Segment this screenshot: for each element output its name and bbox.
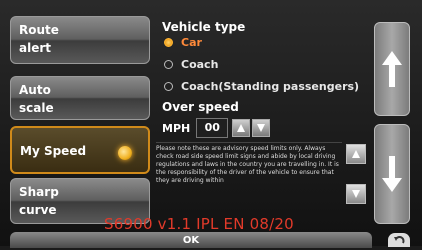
arrow-down-icon — [352, 190, 360, 198]
advisory-note: Please note these are advisory speed lim… — [156, 142, 342, 225]
note-scroll-down-button[interactable] — [346, 184, 366, 204]
vehicle-option-coach-standing[interactable]: Coach(Standing passengers) — [164, 80, 359, 93]
sidebar-item-label: alert — [19, 41, 52, 55]
arrow-up-icon — [382, 51, 402, 87]
note-scroll-up-button[interactable] — [346, 144, 366, 164]
sidebar-item-label: Route — [19, 23, 59, 37]
arrow-down-icon — [257, 124, 266, 132]
vehicle-option-label: Car — [181, 36, 202, 49]
scroll-down-button[interactable] — [374, 124, 410, 224]
active-indicator-icon — [118, 146, 132, 160]
sidebar-item-route-alert[interactable]: Route alert — [10, 16, 150, 64]
scroll-up-button[interactable] — [374, 22, 410, 116]
arrow-up-icon — [237, 124, 246, 132]
version-watermark: S6900 v1.1 IPL EN 08/20 — [104, 215, 294, 233]
vehicle-option-coach[interactable]: Coach — [164, 58, 218, 71]
speed-unit: MPH — [162, 121, 191, 135]
sidebar-item-auto-scale[interactable]: Auto scale — [10, 76, 150, 120]
radio-icon — [164, 60, 173, 69]
sidebar-item-my-speed[interactable]: My Speed — [10, 126, 150, 174]
sidebar-item-label: Sharp — [19, 185, 59, 199]
speed-settings-screen: Route alert Auto scale My Speed Sharp cu… — [0, 0, 422, 248]
back-icon — [394, 236, 405, 244]
arrow-up-icon — [352, 150, 360, 158]
settings-panel: Vehicle type Car Coach Coach(Standing pa… — [156, 16, 366, 222]
arrow-down-icon — [382, 156, 402, 192]
speed-up-button[interactable] — [232, 119, 251, 137]
over-speed-row: MPH 00 — [162, 118, 271, 138]
radio-selected-icon — [164, 38, 173, 47]
over-speed-title: Over speed — [162, 100, 239, 114]
vehicle-option-label: Coach — [181, 58, 219, 71]
vehicle-option-car[interactable]: Car — [164, 36, 202, 49]
vehicle-option-label: Coach(Standing passengers) — [181, 80, 360, 93]
speed-value-field[interactable]: 00 — [196, 118, 229, 138]
sidebar-item-label: Auto — [19, 83, 51, 97]
speed-down-button[interactable] — [252, 119, 271, 137]
vehicle-type-title: Vehicle type — [162, 20, 246, 34]
sidebar-item-label: scale — [19, 101, 54, 115]
back-button[interactable] — [388, 233, 410, 247]
radio-icon — [164, 82, 173, 91]
